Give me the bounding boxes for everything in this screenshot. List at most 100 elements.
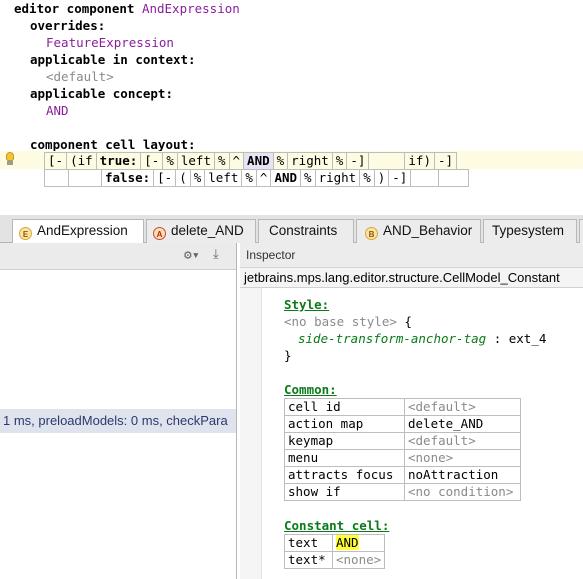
and-constant-cell[interactable]: AND: [243, 152, 274, 170]
property-value[interactable]: <no condition>: [404, 483, 521, 501]
empty-cell[interactable]: [368, 152, 406, 170]
cell-layout-row-1[interactable]: [- (if true: [- % left % ^ AND % right %…: [43, 152, 458, 170]
ref-mark[interactable]: %: [162, 152, 178, 170]
style-base-line: <no base style> {: [284, 313, 412, 330]
caret-cell[interactable]: ^: [228, 152, 245, 170]
property-row[interactable]: menu <none>: [284, 449, 521, 467]
empty-cell: [438, 169, 470, 187]
ref-mark[interactable]: %: [331, 152, 348, 170]
style-close-brace: }: [284, 348, 292, 363]
inspector-title: Inspector: [240, 243, 583, 268]
lightbulb-icon[interactable]: [4, 152, 16, 166]
property-key: cell id: [284, 398, 405, 416]
style-section-header: Style:: [284, 297, 330, 312]
caret-cell[interactable]: ^: [255, 169, 272, 187]
applicable-context-label: applicable in context:: [30, 52, 196, 67]
left-ref[interactable]: left: [204, 169, 243, 187]
editor-component-keyword: editor component: [14, 1, 135, 16]
constant-cell-section-header: Constant cell:: [284, 518, 390, 533]
gear-icon[interactable]: ⚙▾: [184, 248, 200, 263]
property-value[interactable]: <none>: [331, 551, 386, 569]
property-value[interactable]: <default>: [404, 432, 521, 450]
constant-text-value[interactable]: AND: [336, 535, 359, 550]
editor-area[interactable]: editor component AndExpression overrides…: [0, 0, 583, 212]
true-collection-open[interactable]: [-: [140, 152, 164, 170]
ref-mark[interactable]: %: [300, 169, 316, 187]
editor-tab-bar: E AndExpression Adelete_AND Constraints B…: [0, 215, 583, 244]
left-ref[interactable]: left: [176, 152, 215, 170]
empty-cell: [68, 169, 102, 187]
common-section-header: Common:: [284, 382, 337, 397]
applicable-context-value[interactable]: <default>: [46, 68, 114, 85]
property-value[interactable]: <default>: [404, 398, 521, 416]
ref-mark[interactable]: %: [272, 152, 289, 170]
property-value[interactable]: noAttraction: [404, 466, 521, 484]
right-ref[interactable]: right: [287, 152, 333, 170]
property-row[interactable]: keymap <default>: [284, 432, 521, 450]
tab-label: Typesystem: [492, 223, 565, 238]
cell-layout-row-2[interactable]: false: [- ( % left % ^ AND % right % ) -…: [44, 169, 470, 187]
constant-cell-table: text AND text* <none>: [284, 534, 386, 569]
common-properties-table: cell id <default> action map delete_AND ke…: [284, 398, 521, 501]
property-value[interactable]: AND: [331, 534, 386, 552]
paren-close[interactable]: ): [373, 169, 390, 187]
property-key: show if: [284, 483, 405, 501]
empty-cell: [44, 169, 69, 187]
action-map-icon: A: [153, 227, 166, 240]
style-colon: :: [493, 331, 502, 346]
paren-open[interactable]: (: [175, 169, 191, 187]
overrides-label: overrides:: [30, 18, 106, 33]
false-label: false:: [100, 169, 155, 187]
style-open-brace: {: [404, 314, 412, 329]
style-item-line[interactable]: side-transform-anchor-tag : ext_4: [298, 330, 546, 347]
overrides-value[interactable]: FeatureExpression: [46, 34, 174, 51]
right-ref[interactable]: right: [314, 169, 361, 187]
true-collection-close[interactable]: -]: [346, 152, 370, 170]
tab-constraints[interactable]: Constraints: [258, 219, 354, 243]
tab-overflow[interactable]: [579, 219, 583, 243]
tab-label: AND_Behavior: [383, 223, 473, 238]
property-row[interactable]: action map delete_AND: [284, 415, 521, 433]
messages-pane-header: ⚙▾ ⤓: [0, 243, 236, 270]
concept-editor-icon: E: [19, 227, 32, 240]
messages-status-line[interactable]: 1 ms, preloadModels: 0 ms, checkPara: [0, 409, 236, 433]
inspector-concept-path: jetbrains.mps.lang.editor.structure.Cell…: [240, 268, 583, 288]
collection-close[interactable]: -]: [433, 152, 458, 170]
tab-andexpression[interactable]: E AndExpression: [12, 219, 144, 244]
ref-mark[interactable]: %: [241, 169, 257, 187]
property-row[interactable]: cell id <default>: [284, 398, 521, 416]
behavior-icon: B: [365, 227, 378, 240]
property-key: keymap: [284, 432, 405, 450]
property-key: text: [284, 534, 333, 552]
ref-mark[interactable]: %: [359, 169, 375, 187]
property-key: text*: [284, 551, 333, 569]
tab-label: delete_AND: [171, 223, 244, 238]
property-row[interactable]: show if <no condition>: [284, 483, 521, 501]
if-open[interactable]: (if: [66, 152, 97, 170]
property-row[interactable]: text* <none>: [284, 551, 386, 569]
inspector-panel: Inspector jetbrains.mps.lang.editor.stru…: [240, 243, 583, 579]
and-constant-cell[interactable]: AND: [270, 169, 302, 187]
property-row[interactable]: attracts focus noAttraction: [284, 466, 521, 484]
tab-typesystem[interactable]: Typesystem: [483, 219, 577, 243]
ref-mark[interactable]: %: [214, 152, 230, 170]
applicable-concept-value[interactable]: AND: [46, 102, 69, 119]
false-collection-close[interactable]: -]: [388, 169, 412, 187]
property-value[interactable]: <none>: [404, 449, 521, 467]
pin-icon[interactable]: ⤓: [213, 247, 219, 262]
property-value[interactable]: delete_AND: [404, 415, 521, 433]
ref-mark[interactable]: %: [189, 169, 206, 187]
tab-label: AndExpression: [37, 223, 128, 238]
collection-open[interactable]: [-: [43, 152, 68, 170]
property-row[interactable]: text AND: [284, 534, 386, 552]
tab-and-behavior[interactable]: B AND_Behavior: [356, 219, 481, 243]
tab-delete-and[interactable]: Adelete_AND: [146, 219, 256, 243]
style-key: side-transform-anchor-tag: [298, 331, 487, 346]
applicable-concept-label: applicable concept:: [30, 86, 173, 101]
property-key: action map: [284, 415, 405, 433]
true-label: true:: [95, 152, 142, 170]
no-base-style[interactable]: <no base style>: [284, 314, 397, 329]
editor-component-name[interactable]: AndExpression: [142, 1, 240, 16]
if-close[interactable]: if): [404, 152, 435, 170]
false-collection-open[interactable]: [-: [153, 169, 177, 187]
